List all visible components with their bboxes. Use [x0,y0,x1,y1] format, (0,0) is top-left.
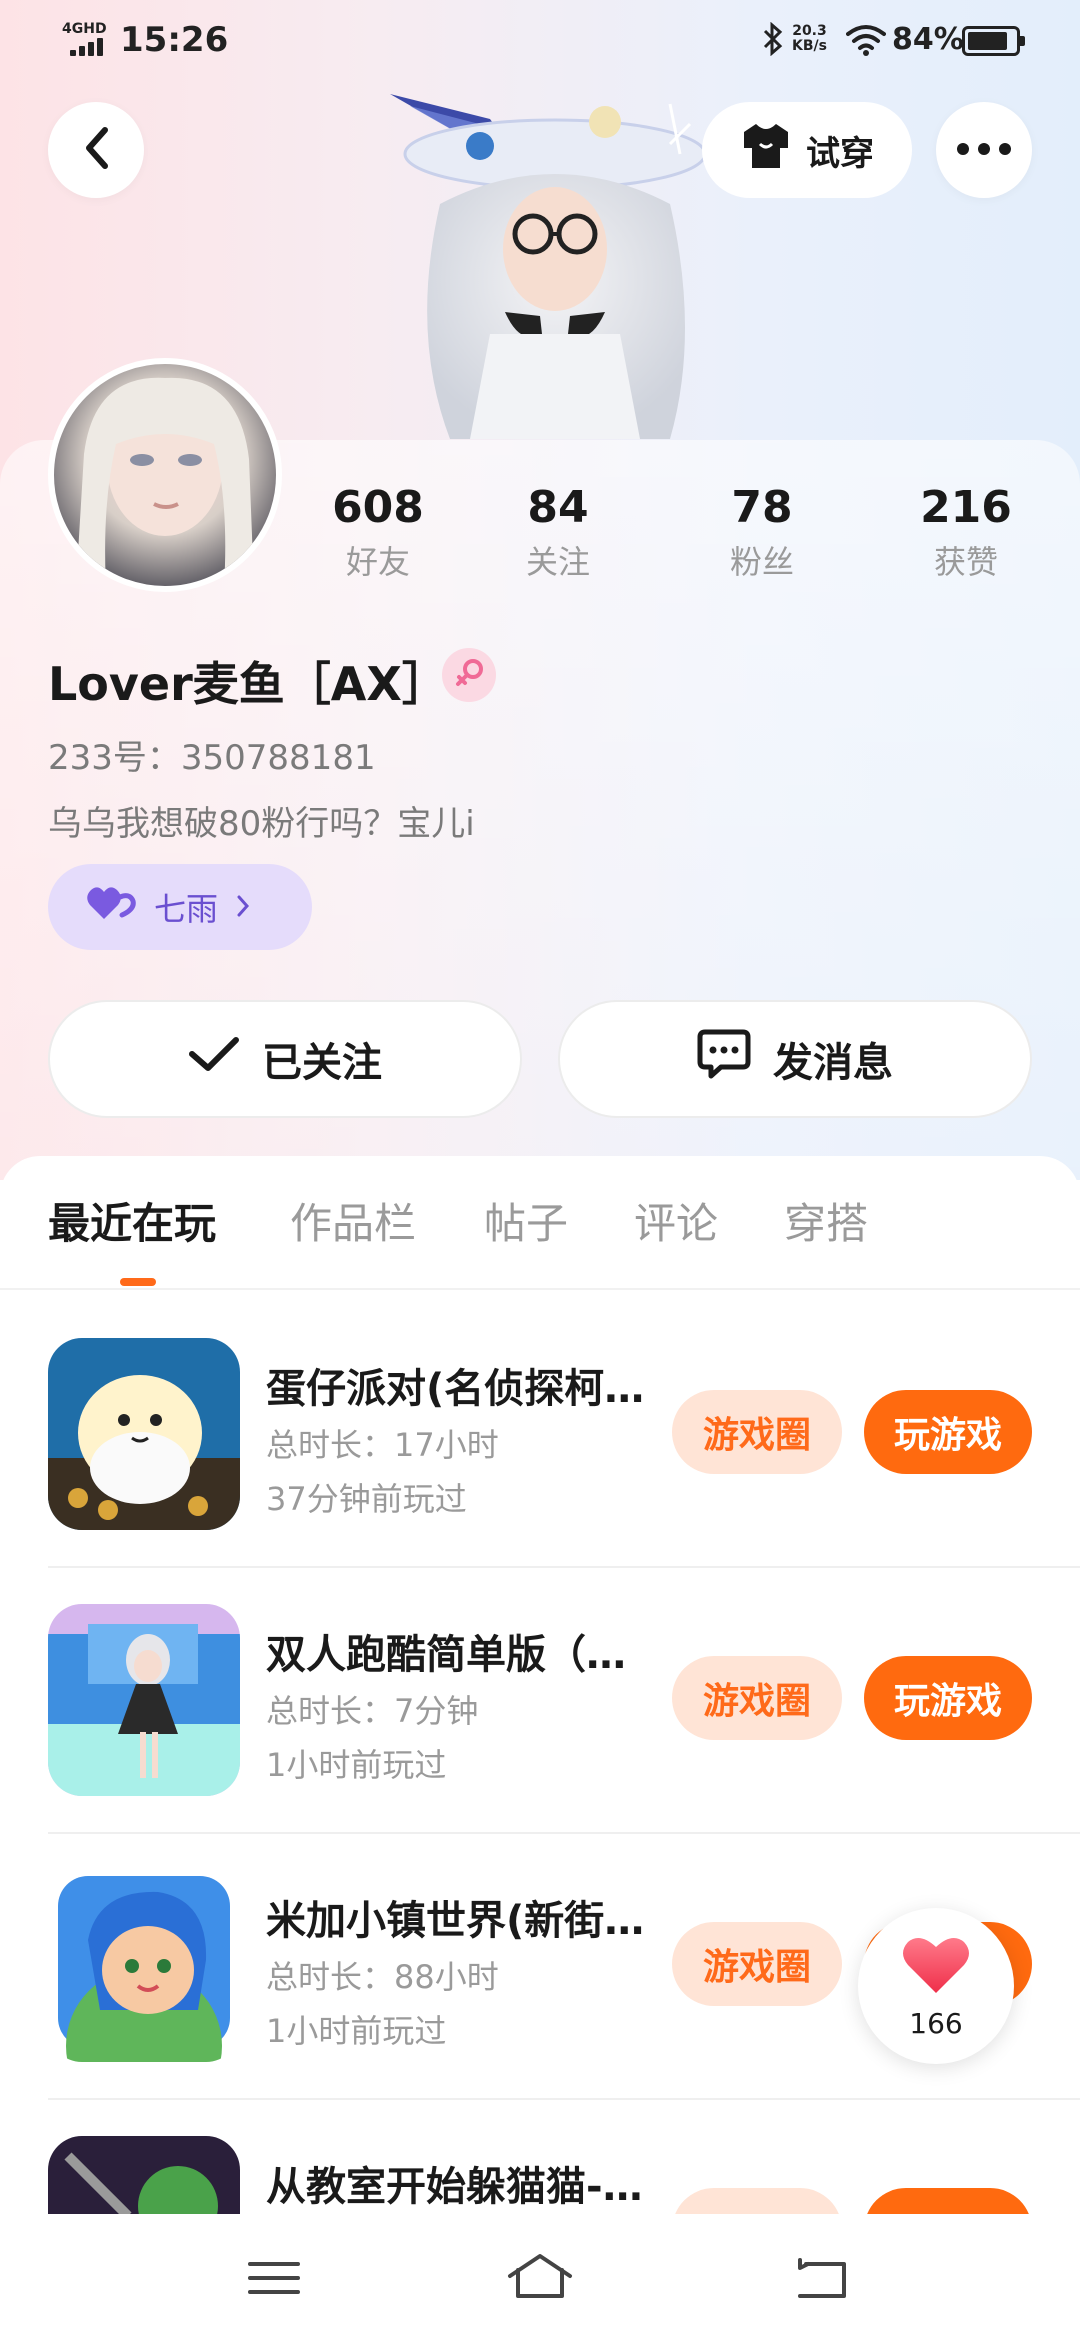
battery-level [968,32,1007,50]
play-game-button[interactable]: 玩游戏 [864,1390,1032,1474]
game-title: 米加小镇世界(新街… [266,1898,645,1944]
game-circle-button[interactable]: 游戏圈 [672,1922,842,2006]
game-title: 双人跑酷简单版（… [266,1632,626,1678]
back-nav-icon[interactable] [792,2250,852,2306]
divider [48,1566,1080,1568]
game-icon [48,1870,240,2062]
user-id: 233号：350788181 [48,738,376,778]
game-duration: 总时长：7分钟 [266,1692,479,1730]
avatar[interactable] [48,358,282,592]
divider [48,1832,1080,1834]
divider [48,2098,1080,2100]
like-count: 166 [909,2006,963,2040]
tshirt-icon [740,122,792,179]
status-bar: 4GHD 15:26 20.3 KB/s 84% [0,0,1080,80]
avatar-3d-illustration [370,84,740,439]
game-duration: 总时长：17小时 [266,1426,499,1464]
followed-button[interactable]: 已关注 [48,1000,522,1118]
play-game-button[interactable]: 玩游戏 [864,1656,1032,1740]
stat-value: 78 [731,482,793,533]
game-title: 从教室开始躲猫猫-… [266,2164,643,2210]
checkmark-icon [188,1034,240,1084]
stat-label: 好友 [345,543,410,581]
game-icon [48,1604,240,1796]
clock: 15:26 [120,20,229,60]
game-item[interactable]: 蛋仔派对(名侦探柯… 总时长：17小时 37分钟前玩过 游戏圈 玩游戏 [48,1338,1080,1604]
game-duration: 总时长：88小时 [266,1958,499,1996]
game-item[interactable]: 从教室开始躲猫猫-… [48,2136,1080,2214]
system-nav-bar [0,2214,1080,2340]
stat-value: 608 [332,482,424,533]
stat-friends[interactable]: 608 好友 [298,482,458,582]
female-icon [442,648,496,702]
chevron-left-icon [81,126,111,174]
stat-label: 粉丝 [729,543,794,581]
followed-label: 已关注 [262,1040,382,1086]
cp-tag-label: 七雨 [154,890,219,928]
game-icon [48,1338,240,1530]
tabs-divider [0,1288,1080,1290]
home-icon[interactable] [506,2250,574,2306]
speed-value: 20.3 [792,23,827,39]
stat-likes[interactable]: 216 获赞 [886,482,1046,582]
send-message-label: 发消息 [773,1040,893,1086]
send-message-button[interactable]: 发消息 [558,1000,1032,1118]
tab-works[interactable]: 作品栏 [290,1190,416,1251]
wifi-icon [846,24,886,56]
profile-name: Lover麦鱼［AX］ [48,657,448,711]
stat-label: 关注 [525,543,590,581]
game-last-played: 1小时前玩过 [266,2012,447,2050]
game-last-played: 1小时前玩过 [266,1746,447,1784]
battery-percent: 84% [892,22,964,57]
bio: 乌乌我想破80粉行吗？宝儿i [48,804,475,844]
tab-recently-played[interactable]: 最近在玩 [48,1190,216,1251]
try-on-button[interactable]: 试穿 [702,102,912,198]
floating-like-button[interactable]: 166 [858,1908,1014,2064]
stat-value: 84 [527,482,589,533]
network-speed: 20.3 KB/s [792,24,827,54]
chevron-right-icon [236,888,250,926]
tab-comments[interactable]: 评论 [634,1190,718,1251]
game-title: 蛋仔派对(名侦探柯… [266,1366,645,1412]
heart-icon [900,1933,972,2001]
stat-following[interactable]: 84 关注 [478,482,638,582]
game-circle-button[interactable]: 游戏圈 [672,1656,842,1740]
network-type: 4GHD [62,21,107,37]
speed-unit: KB/s [792,38,827,54]
more-dots-icon [956,141,1012,160]
tab-posts[interactable]: 帖子 [484,1190,568,1251]
signal-icon [70,38,104,56]
bluetooth-icon [762,21,784,64]
cp-tag-button[interactable]: 七雨 [48,864,312,950]
battery-icon [962,26,1025,56]
stat-label: 获赞 [933,543,998,581]
tab-outfits[interactable]: 穿搭 [784,1190,868,1251]
game-last-played: 37分钟前玩过 [266,1480,467,1518]
game-icon [48,2136,240,2214]
chat-bubble-icon [697,1028,751,1090]
profile-tabs: 最近在玩 作品栏 帖子 评论 穿搭 [0,1190,1080,1286]
heart-icon [86,885,136,929]
stat-value: 216 [920,482,1012,533]
game-circle-button[interactable] [672,2188,842,2214]
play-game-button[interactable] [864,2188,1032,2214]
back-button[interactable] [48,102,144,198]
more-button[interactable] [936,102,1032,198]
game-circle-button[interactable]: 游戏圈 [672,1390,842,1474]
try-on-label: 试穿 [806,133,874,174]
stat-fans[interactable]: 78 粉丝 [682,482,842,582]
active-tab-indicator [120,1278,156,1286]
menu-icon[interactable] [244,2250,304,2306]
game-item[interactable]: 双人跑酷简单版（… 总时长：7分钟 1小时前玩过 游戏圈 玩游戏 [48,1604,1080,1870]
